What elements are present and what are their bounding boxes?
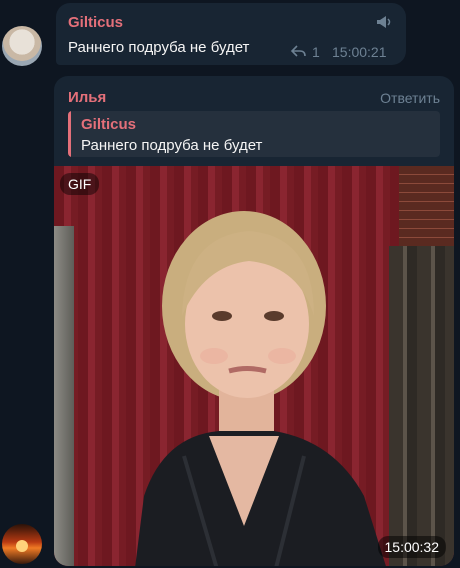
quote-bar xyxy=(68,111,71,157)
quoted-message[interactable]: Gilticus Раннего подруба не будет xyxy=(68,111,440,157)
reply-count[interactable]: 1 xyxy=(312,44,320,60)
sender-name[interactable]: Gilticus xyxy=(68,14,123,31)
avatar-gilticus[interactable] xyxy=(2,26,42,66)
message-bubble[interactable]: Gilticus Раннего подруба не будет 1 15:0… xyxy=(56,3,406,65)
quote-sender: Gilticus xyxy=(81,116,137,133)
gif-media[interactable]: GIF 15:00:32 xyxy=(54,166,454,566)
gif-badge: GIF xyxy=(60,173,100,195)
gif-person-image xyxy=(135,211,386,566)
sender-name[interactable]: Илья xyxy=(68,89,106,106)
reply-button[interactable]: Ответить xyxy=(380,90,440,106)
message-text: Раннего подруба не будет xyxy=(68,39,250,56)
reply-arrow-icon[interactable] xyxy=(290,44,306,58)
message-time: 15:00:21 xyxy=(332,44,387,60)
media-background xyxy=(399,166,454,246)
media-background xyxy=(54,226,74,566)
message-bubble[interactable]: Илья Ответить Gilticus Раннего подруба н… xyxy=(54,76,454,566)
avatar-ilya[interactable] xyxy=(2,524,42,564)
quote-text: Раннего подруба не будет xyxy=(81,137,263,154)
media-background xyxy=(389,246,454,566)
avatar-sun xyxy=(16,540,28,552)
message-time: 15:00:32 xyxy=(377,536,446,558)
megaphone-icon xyxy=(377,16,391,28)
